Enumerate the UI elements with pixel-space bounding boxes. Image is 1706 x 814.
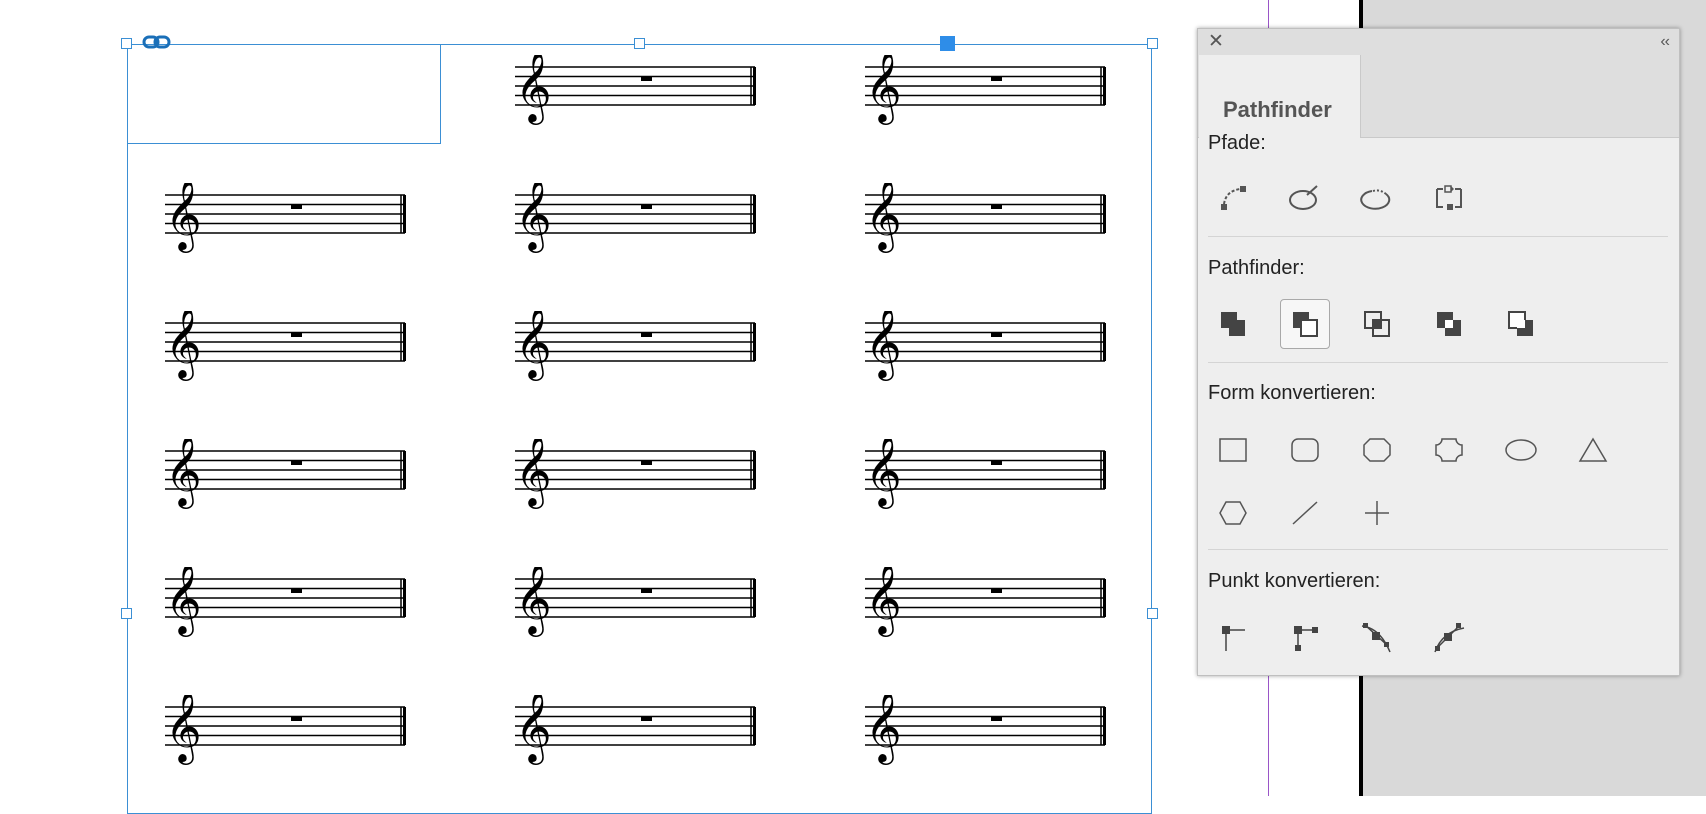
polygon-icon bbox=[1219, 501, 1247, 525]
rectangle-icon bbox=[1219, 438, 1247, 462]
join-path-button[interactable] bbox=[1208, 173, 1258, 223]
symmetrical-point-icon bbox=[1434, 623, 1465, 653]
reverse-path-icon bbox=[1436, 185, 1462, 210]
corner-point-icon bbox=[1294, 626, 1318, 651]
tab-pathfinder[interactable]: Pathfinder bbox=[1199, 55, 1361, 138]
close-path-button[interactable] bbox=[1352, 173, 1402, 223]
convert-polygon-button[interactable] bbox=[1208, 488, 1258, 538]
pathfinder-add-button[interactable] bbox=[1208, 299, 1258, 349]
plain-point-icon bbox=[1222, 626, 1245, 651]
music-staff[interactable] bbox=[515, 695, 765, 765]
add-icon bbox=[1221, 312, 1245, 336]
music-staff[interactable] bbox=[165, 695, 415, 765]
empty-text-frame[interactable] bbox=[127, 44, 441, 144]
inverse-rounded-rectangle-icon bbox=[1435, 438, 1463, 462]
handle-top-left[interactable] bbox=[121, 38, 132, 49]
triangle-icon bbox=[1578, 437, 1608, 462]
smooth-point-icon bbox=[1361, 623, 1391, 653]
convert-symmetrical-point-button[interactable] bbox=[1424, 612, 1474, 662]
music-staff[interactable] bbox=[165, 567, 415, 637]
music-staff[interactable] bbox=[165, 311, 415, 381]
convert-ellipse-button[interactable] bbox=[1496, 425, 1546, 475]
section-label-paths: Pfade: bbox=[1208, 132, 1266, 154]
pathfinder-minus-back-button[interactable] bbox=[1496, 299, 1546, 349]
pathfinder-exclude-overlap-button[interactable] bbox=[1424, 299, 1474, 349]
collapse-panel-icon[interactable]: ‹‹ bbox=[1660, 32, 1670, 52]
music-staff[interactable] bbox=[165, 439, 415, 509]
join-path-icon bbox=[1221, 186, 1246, 210]
pathfinder-subtract-button[interactable] bbox=[1280, 299, 1330, 349]
pathfinder-panel: ✕ ‹‹ Pathfinder Pfade: Pathfinder: Form … bbox=[1197, 28, 1680, 676]
close-icon[interactable]: ✕ bbox=[1206, 32, 1226, 52]
intersect-icon bbox=[1364, 311, 1390, 337]
handle-top-right[interactable] bbox=[1147, 38, 1158, 49]
reverse-path-button[interactable] bbox=[1424, 173, 1474, 223]
music-staff[interactable] bbox=[515, 311, 765, 381]
beveled-rectangle-icon bbox=[1363, 438, 1391, 462]
music-staff[interactable] bbox=[865, 311, 1115, 381]
convert-inverse-rounded-button[interactable] bbox=[1424, 425, 1474, 475]
convert-triangle-button[interactable] bbox=[1568, 425, 1618, 475]
music-staff[interactable] bbox=[515, 567, 765, 637]
minus-back-icon bbox=[1508, 311, 1533, 336]
ellipse-icon bbox=[1505, 439, 1537, 461]
music-staff[interactable] bbox=[515, 183, 765, 253]
handle-mid-left[interactable] bbox=[121, 608, 132, 619]
link-chain-icon[interactable] bbox=[142, 33, 172, 51]
line-icon bbox=[1292, 501, 1318, 525]
open-path-icon bbox=[1289, 185, 1318, 210]
open-path-button[interactable] bbox=[1280, 173, 1330, 223]
music-staff[interactable] bbox=[515, 55, 765, 125]
close-path-icon bbox=[1360, 189, 1391, 210]
handle-mid-right[interactable] bbox=[1147, 608, 1158, 619]
convert-beveled-rectangle-button[interactable] bbox=[1352, 425, 1402, 475]
section-divider bbox=[1208, 362, 1668, 363]
exclude-overlap-icon bbox=[1437, 312, 1461, 336]
section-label-pathfinder: Pathfinder: bbox=[1208, 257, 1305, 279]
panel-tab-strip: Pathfinder bbox=[1198, 55, 1679, 138]
convert-plain-point-button[interactable] bbox=[1208, 612, 1258, 662]
convert-rectangle-button[interactable] bbox=[1208, 425, 1258, 475]
section-divider bbox=[1208, 236, 1668, 237]
convert-orthogonal-line-button[interactable] bbox=[1352, 488, 1402, 538]
section-divider bbox=[1208, 549, 1668, 550]
music-staff[interactable] bbox=[865, 55, 1115, 125]
rounded-rectangle-icon bbox=[1291, 438, 1319, 462]
music-staff[interactable] bbox=[515, 439, 765, 509]
convert-smooth-point-button[interactable] bbox=[1352, 612, 1402, 662]
music-staff[interactable] bbox=[865, 695, 1115, 765]
convert-corner-point-button[interactable] bbox=[1280, 612, 1330, 662]
orthogonal-line-icon bbox=[1365, 501, 1389, 525]
handle-top-center[interactable] bbox=[634, 38, 645, 49]
music-staff[interactable] bbox=[865, 567, 1115, 637]
convert-line-button[interactable] bbox=[1280, 488, 1330, 538]
music-staff[interactable] bbox=[165, 183, 415, 253]
section-label-convert-point: Punkt konvertieren: bbox=[1208, 570, 1381, 592]
pathfinder-intersect-button[interactable] bbox=[1352, 299, 1402, 349]
subtract-icon bbox=[1293, 312, 1318, 337]
convert-rounded-rectangle-button[interactable] bbox=[1280, 425, 1330, 475]
section-label-convert-shape: Form konvertieren: bbox=[1208, 382, 1376, 404]
handle-reference-point[interactable] bbox=[940, 36, 955, 51]
music-staff[interactable] bbox=[865, 183, 1115, 253]
music-staff[interactable] bbox=[865, 439, 1115, 509]
panel-titlebar[interactable]: ✕ ‹‹ bbox=[1198, 29, 1679, 55]
